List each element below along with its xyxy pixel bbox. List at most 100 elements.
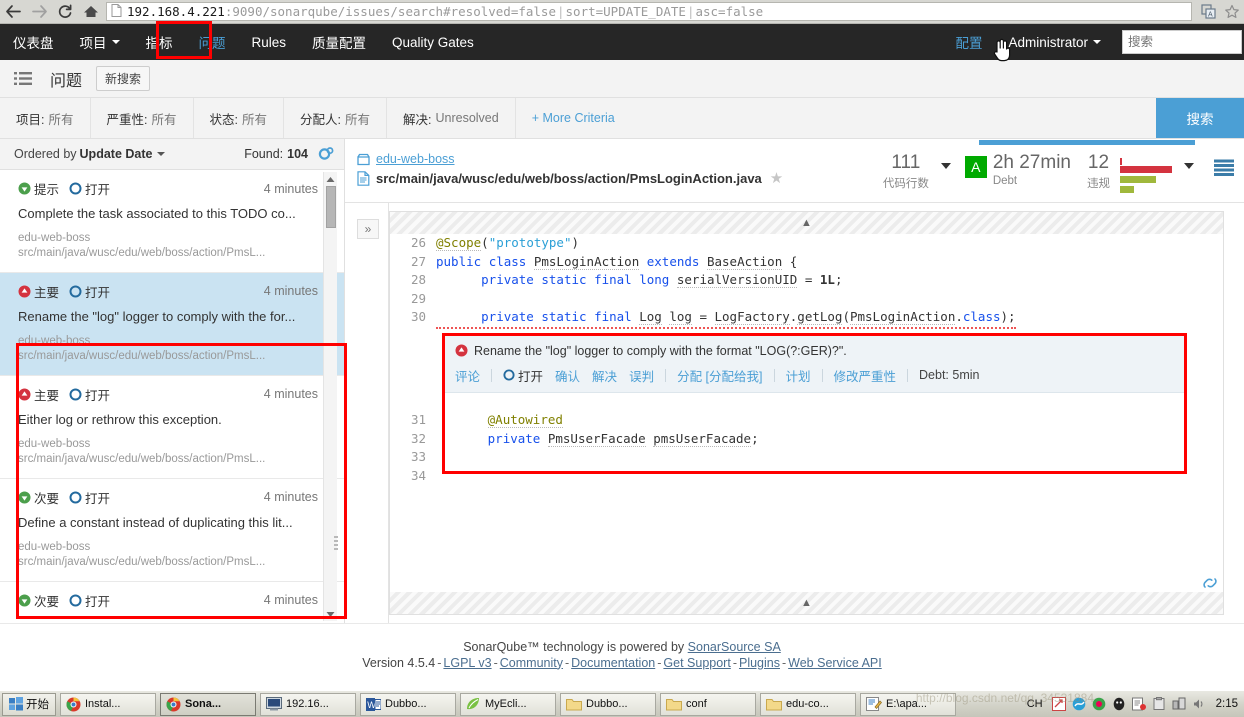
list-item[interactable]: 主要 打开 4 minutes Either log or rethrow th… <box>0 375 344 479</box>
chevron-down-icon <box>1093 40 1101 44</box>
taskbar-item[interactable]: edu-co... <box>760 692 856 716</box>
action-status-open[interactable]: 打开 <box>497 366 549 385</box>
ime-indicator[interactable]: CH <box>1023 698 1047 710</box>
nav-item-rules[interactable]: Rules <box>239 24 300 60</box>
list-icon[interactable] <box>14 71 32 86</box>
community-link[interactable]: Community <box>500 656 563 670</box>
volume-tray-icon[interactable] <box>1192 697 1207 712</box>
footer-version: Version 4.5.4 <box>362 655 436 670</box>
action-comment[interactable]: 评论 <box>455 366 486 385</box>
facet-value: 所有 <box>344 112 370 127</box>
action-change-severity[interactable]: 修改严重性 <box>828 366 903 385</box>
action-assign[interactable]: 分配 [分配给我] <box>671 366 768 385</box>
facet-assignee[interactable]: 分配人: 所有 <box>284 98 387 138</box>
violations-bar-minor <box>1120 176 1156 183</box>
translate-icon[interactable]: A <box>1196 1 1220 23</box>
antivirus-tray-icon[interactable] <box>1092 697 1107 712</box>
action-resolve[interactable]: 解决 <box>586 366 623 385</box>
sonarsource-link[interactable]: SonarSource SA <box>688 640 781 654</box>
facet-status[interactable]: 状态: 所有 <box>194 98 284 138</box>
clipboard-tray-icon[interactable] <box>1152 697 1167 712</box>
facet-project[interactable]: 项目: 所有 <box>0 98 91 138</box>
start-button[interactable]: 开始 <box>2 692 56 716</box>
nav-item-settings[interactable]: 配置 <box>942 32 995 52</box>
line-number: 33 <box>390 448 436 467</box>
nav-item-dashboard[interactable]: 仪表盘 <box>0 24 67 60</box>
home-icon[interactable] <box>78 1 104 23</box>
taskbar-item[interactable]: E:\apa... <box>860 692 956 716</box>
action-false-positive[interactable]: 误判 <box>623 366 660 385</box>
more-criteria-button[interactable]: + More Criteria <box>516 98 631 138</box>
status-label: 打开 <box>85 388 111 403</box>
scroll-up-icon[interactable] <box>324 172 337 186</box>
taskbar-label: edu-co... <box>786 698 829 710</box>
nav-item-projects[interactable]: 项目 <box>67 24 133 60</box>
taskbar-item[interactable]: 192.16... <box>260 692 356 716</box>
forward-arrow-icon[interactable] <box>26 1 52 23</box>
measure-value: 12 <box>1087 152 1110 173</box>
list-item[interactable]: 次要 打开 4 minutes Define a constant instea… <box>0 478 344 582</box>
star-icon[interactable] <box>1220 1 1244 23</box>
qq-tray-icon[interactable] <box>1112 697 1127 712</box>
issue-detail-title-row: Rename the "log" logger to comply with t… <box>455 344 1174 358</box>
taskbar-item[interactable]: Dubbo... <box>560 692 656 716</box>
ordered-by-value[interactable]: Update Date <box>80 147 153 161</box>
taskbar-label: Dubbo... <box>586 698 628 710</box>
gear-icon[interactable] <box>318 146 334 162</box>
share-tray-icon[interactable] <box>1132 697 1147 712</box>
chevron-right-icon[interactable]: » <box>357 219 379 239</box>
url-bar[interactable]: 192.168.4.221:9090/sonarqube/issues/sear… <box>106 2 1192 21</box>
nav-item-quality-profiles[interactable]: 质量配置 <box>299 24 379 60</box>
reload-icon[interactable] <box>52 1 78 23</box>
taskbar-item[interactable]: W Dubbo... <box>360 692 456 716</box>
grip-dot <box>334 548 338 550</box>
panel-splitter-handle[interactable] <box>331 531 341 555</box>
scrollbar-thumb[interactable] <box>326 186 336 228</box>
rule-permalink-icon[interactable] <box>1202 575 1218 596</box>
issue-path: src/main/java/wusc/edu/web/boss/action/P… <box>18 247 266 260</box>
project-link[interactable]: edu-web-boss <box>376 150 455 169</box>
nav-item-quality-gates[interactable]: Quality Gates <box>379 24 487 60</box>
license-link[interactable]: LGPL v3 <box>443 656 491 670</box>
facet-label: 状态: <box>209 112 238 127</box>
plugins-link[interactable]: Plugins <box>739 656 780 670</box>
action-plan[interactable]: 计划 <box>780 366 817 385</box>
taskbar-clock[interactable]: 2:15 <box>1212 698 1238 710</box>
scroll-down-icon[interactable] <box>324 607 337 621</box>
facet-severity[interactable]: 严重性: 所有 <box>91 98 194 138</box>
measures-dropdown-icon[interactable] <box>940 163 951 169</box>
taskbar-item[interactable]: Sona... <box>160 692 256 716</box>
favorite-star-icon[interactable]: ★ <box>770 171 783 186</box>
global-search-input[interactable] <box>1122 30 1242 54</box>
nav-item-user-menu[interactable]: Administrator <box>995 35 1114 50</box>
back-arrow-icon[interactable] <box>0 1 26 23</box>
source-body: » ▲ 26 @Scope("prototype") 27 public cla… <box>345 202 1244 623</box>
facet-resolution[interactable]: 解决: Unresolved <box>387 98 516 138</box>
taskbar-item[interactable]: MyEcli... <box>460 692 556 716</box>
documentation-link[interactable]: Documentation <box>571 656 655 670</box>
list-item[interactable]: 次要 打开 4 minutes <box>0 581 344 623</box>
chevron-down-icon[interactable] <box>157 152 166 156</box>
issues-list[interactable]: 提示 打开 4 minutes Complete the task associ… <box>0 170 344 623</box>
taskbar-item[interactable]: conf <box>660 692 756 716</box>
taskbar-item[interactable]: Instal... <box>60 692 156 716</box>
expand-below-control[interactable]: ▲ <box>390 592 1223 614</box>
violations-dropdown-icon[interactable] <box>1184 163 1194 169</box>
page-icon <box>111 3 122 20</box>
measures-list-icon[interactable] <box>1214 159 1234 176</box>
nav-item-measures[interactable]: 指标 <box>133 24 186 60</box>
list-item[interactable]: 提示 打开 4 minutes Complete the task associ… <box>0 170 344 273</box>
browser-tray-icon[interactable] <box>1072 697 1087 712</box>
get-support-link[interactable]: Get Support <box>663 656 730 670</box>
line-number: 27 <box>390 252 436 271</box>
code-line: 33 <box>390 448 436 467</box>
ime-toolbar-icon[interactable] <box>1052 697 1067 712</box>
list-item[interactable]: 主要 打开 4 minutes Rename the "log" logger … <box>0 272 344 376</box>
web-service-api-link[interactable]: Web Service API <box>788 656 882 670</box>
network-tray-icon[interactable] <box>1172 697 1187 712</box>
action-confirm[interactable]: 确认 <box>549 366 586 385</box>
new-search-button[interactable]: 新搜索 <box>96 66 151 91</box>
nav-item-issues[interactable]: 问题 <box>186 24 239 60</box>
expand-above-control[interactable]: ▲ <box>390 212 1223 234</box>
search-button[interactable]: 搜索 <box>1156 98 1244 138</box>
